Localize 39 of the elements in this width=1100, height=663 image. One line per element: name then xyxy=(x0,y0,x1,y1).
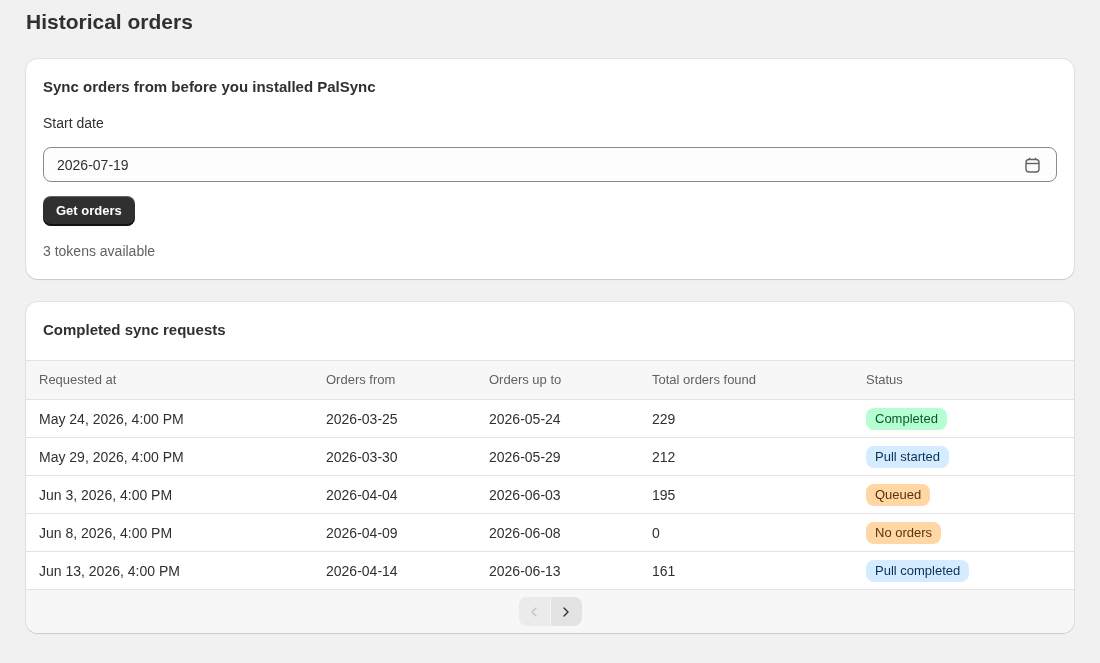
table-cell-text: 2026-04-09 xyxy=(326,523,398,543)
table-cell-text: 161 xyxy=(652,561,676,581)
column-header: Requested at xyxy=(39,371,117,389)
table-cell-text: 195 xyxy=(652,485,676,505)
field-label: Start date xyxy=(43,114,104,133)
table-cell-text: 2026-05-24 xyxy=(489,409,561,429)
table-cell-text: 2026-06-03 xyxy=(489,485,561,505)
tokens-text: 3 tokens available xyxy=(43,242,156,261)
table-cell-text: 2026-06-13 xyxy=(489,561,561,581)
table-cell-text: Jun 13, 2026, 4:00 PM xyxy=(39,561,180,581)
status-badge: Completed xyxy=(866,407,947,430)
table-cell-text: 229 xyxy=(652,409,676,429)
table-cell-text: May 24, 2026, 4:00 PM xyxy=(39,409,184,429)
table-cell-text: 2026-04-14 xyxy=(326,561,398,581)
table-cell-text: Jun 8, 2026, 4:00 PM xyxy=(39,523,173,543)
page-title: Historical orders xyxy=(26,10,193,34)
table-cell-text: 0 xyxy=(652,523,660,543)
table-cell-text: 2026-04-04 xyxy=(326,485,398,505)
get-orders-button[interactable]: Get orders xyxy=(43,196,135,226)
status-badge: Pull completed xyxy=(866,559,970,582)
column-header: Orders from xyxy=(326,371,396,389)
table-cell-text: 212 xyxy=(652,447,676,467)
status-badge: No orders xyxy=(866,521,942,544)
table-cell-text: 2026-03-25 xyxy=(326,409,398,429)
card-title: Completed sync requests xyxy=(43,320,226,340)
status-badge: Queued xyxy=(866,483,931,506)
card-title: Sync orders from before you installed PalSync xyxy=(43,77,376,97)
calendar-icon xyxy=(1025,156,1040,173)
column-header: Total orders found xyxy=(652,371,757,389)
status-badge: Pull started xyxy=(866,445,950,468)
table-cell-text: May 29, 2026, 4:00 PM xyxy=(39,447,184,467)
table-cell-text: 2026-06-08 xyxy=(489,523,561,543)
column-header: Status xyxy=(866,371,903,389)
date-input-field[interactable]: 2026-07-19 xyxy=(43,147,1057,182)
table-cell-text: Jun 3, 2026, 4:00 PM xyxy=(39,485,173,505)
table-cell-text: 2026-03-30 xyxy=(326,447,398,467)
table-cell-text: 2026-05-29 xyxy=(489,447,561,467)
next-page-button[interactable] xyxy=(550,597,582,626)
column-header: Orders up to xyxy=(489,371,562,389)
